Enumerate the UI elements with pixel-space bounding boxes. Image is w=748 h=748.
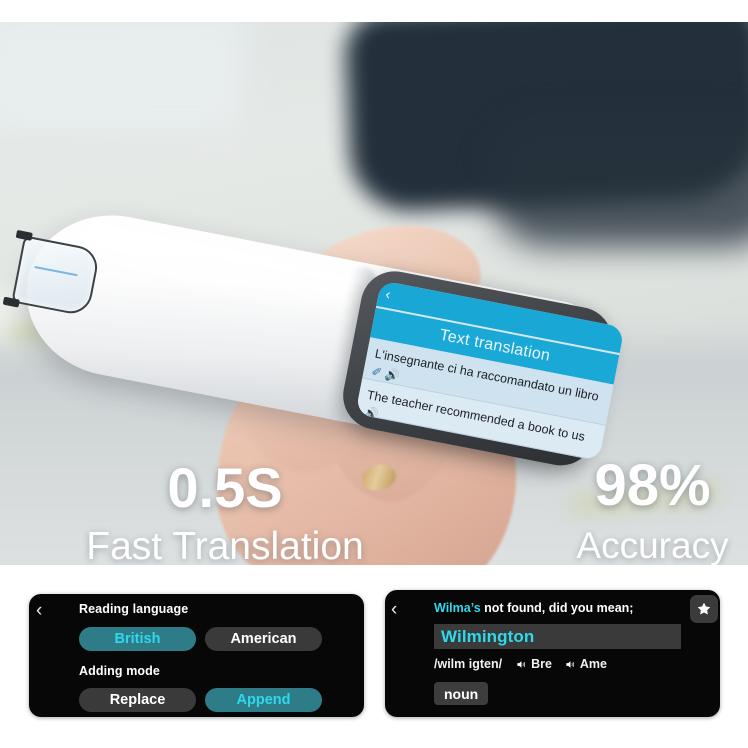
settings-back-icon[interactable]: ‹ <box>36 601 42 620</box>
dictionary-suggestion-prompt: not found, did you mean; <box>484 601 634 615</box>
dictionary-back-icon[interactable]: ‹ <box>391 600 397 619</box>
part-of-speech-badge: noun <box>434 682 489 705</box>
page-root: ‹ Text translation L'insegnante ci ha ra… <box>0 0 748 748</box>
edit-icon[interactable]: ✐ <box>370 364 383 380</box>
pronounce-british-label: Bre <box>531 657 552 671</box>
pronounce-american-button[interactable]: Ame <box>565 657 607 671</box>
speaker-icon <box>566 660 574 668</box>
star-icon <box>697 602 711 615</box>
adding-mode-option-append[interactable]: Append <box>205 688 322 712</box>
scanner-laser-line <box>34 265 78 277</box>
pronunciation-row: /wilm igten/ Bre Ame <box>434 655 620 673</box>
adding-mode-option-replace[interactable]: Replace <box>79 688 196 712</box>
reading-language-option-american[interactable]: American <box>205 627 322 651</box>
reading-language-label: Reading language <box>79 602 189 616</box>
reading-language-option-british[interactable]: British <box>79 627 196 651</box>
stat-caption: Fast Translation <box>86 525 364 565</box>
stat-accuracy: 98% Accuracy <box>555 453 748 565</box>
pronounce-american-label: Ame <box>579 657 607 671</box>
background-blur-left <box>0 22 240 132</box>
stat-value: 0.5S <box>167 456 283 519</box>
stat-caption: Accuracy <box>576 525 729 565</box>
product-hero-photo: ‹ Text translation L'insegnante ci ha ra… <box>0 22 748 565</box>
dictionary-query-term: Wilma’s <box>434 601 481 615</box>
phonetic-transcription: /wilm igten/ <box>434 657 503 671</box>
speaker-icon <box>517 660 525 668</box>
suggested-word-field[interactable]: Wilmington <box>434 624 681 649</box>
favorite-button[interactable] <box>690 595 718 623</box>
suggested-word-value: Wilmington <box>441 626 535 646</box>
stat-value: 98% <box>594 453 711 518</box>
pen-tip-clip-top <box>15 229 33 241</box>
background-dark-object-secondary <box>488 117 748 247</box>
dictionary-suggestion-header: Wilma’s not found, did you mean; <box>434 601 674 615</box>
stat-fast-translation: 0.5S Fast Translation <box>80 456 370 566</box>
pronounce-british-button[interactable]: Bre <box>516 657 552 671</box>
device-back-icon[interactable]: ‹ <box>384 285 392 304</box>
speaker-icon[interactable]: 🔊 <box>384 367 401 384</box>
adding-mode-label: Adding mode <box>79 664 160 678</box>
